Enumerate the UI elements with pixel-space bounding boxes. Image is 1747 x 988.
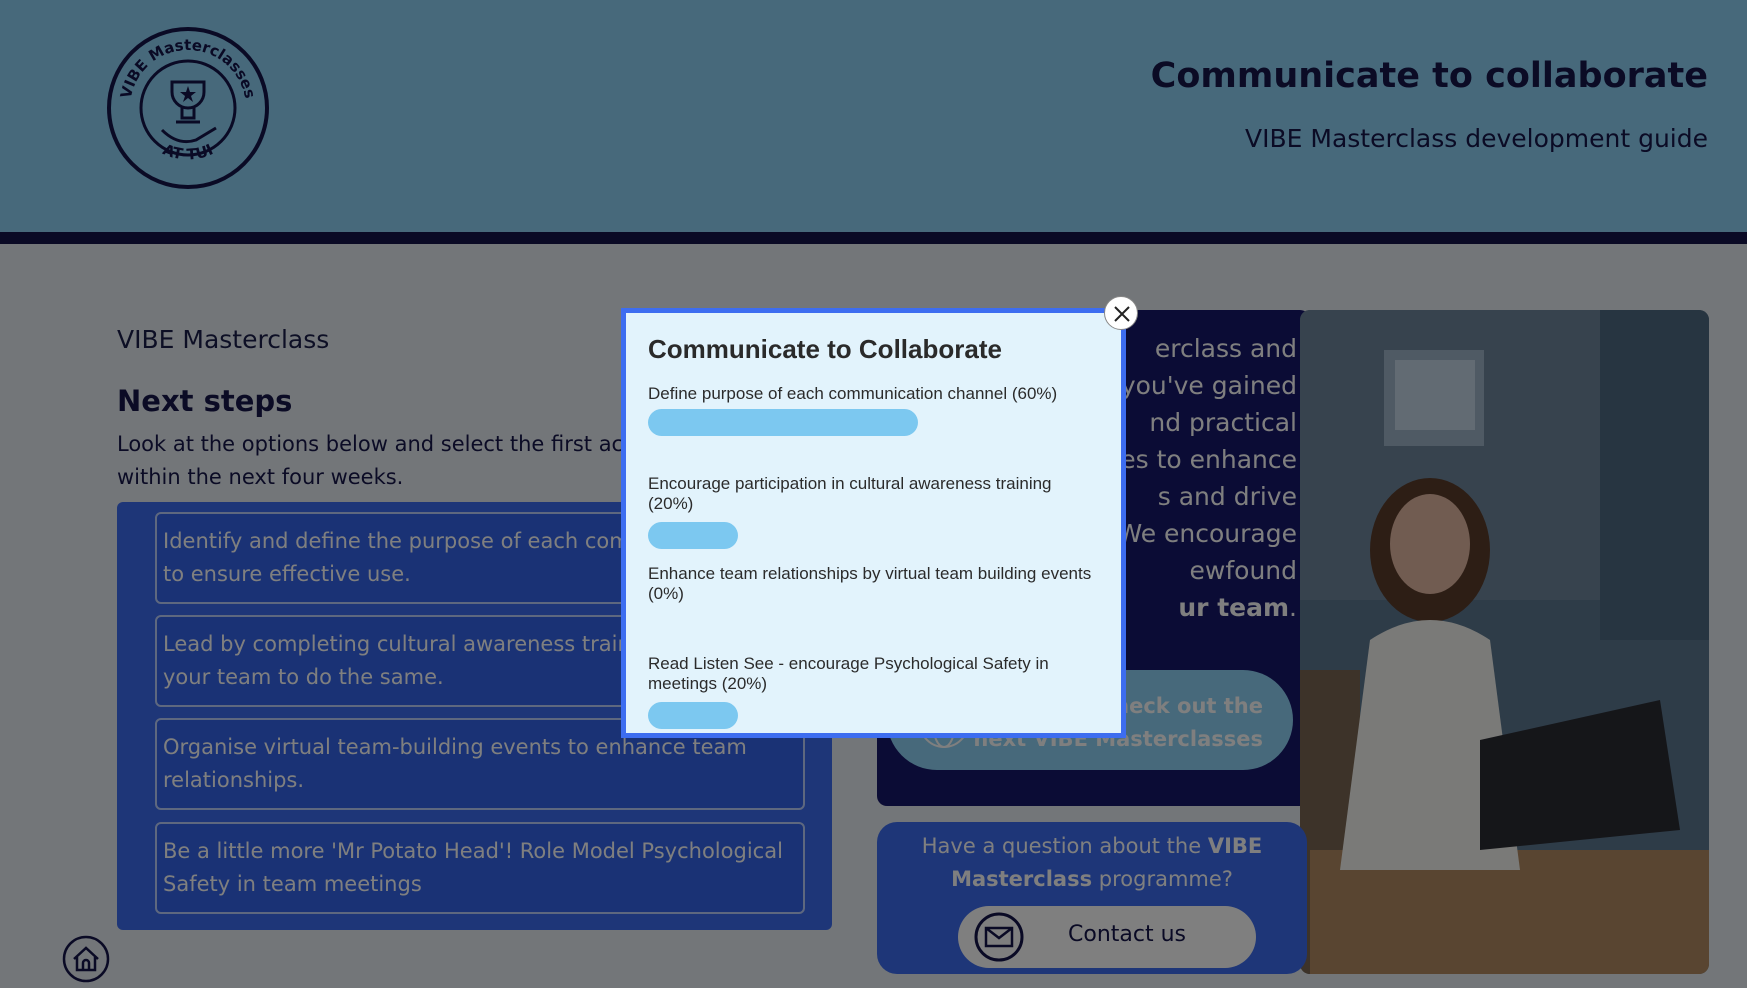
close-modal-button[interactable] — [1104, 296, 1138, 330]
poll-label: Enhance team relationships by virtual te… — [648, 564, 1092, 603]
poll-label: Read Listen See - encourage Psychologica… — [648, 654, 1049, 693]
poll-bar — [648, 409, 918, 436]
poll-item: Define purpose of each communication cha… — [648, 384, 1099, 474]
poll-item: Read Listen See - encourage Psychologica… — [648, 654, 1099, 744]
modal-title: Communicate to Collaborate — [648, 334, 1002, 364]
poll-label: Encourage participation in cultural awar… — [648, 474, 1052, 513]
poll-item: Enhance team relationships by virtual te… — [648, 564, 1099, 654]
close-icon — [1114, 306, 1130, 322]
poll-results-modal: Communicate to Collaborate Define purpos… — [621, 308, 1126, 738]
poll-item: Encourage participation in cultural awar… — [648, 474, 1099, 564]
poll-label: Define purpose of each communication cha… — [648, 384, 1058, 403]
poll-bar — [648, 522, 738, 549]
poll-bar — [648, 702, 738, 729]
